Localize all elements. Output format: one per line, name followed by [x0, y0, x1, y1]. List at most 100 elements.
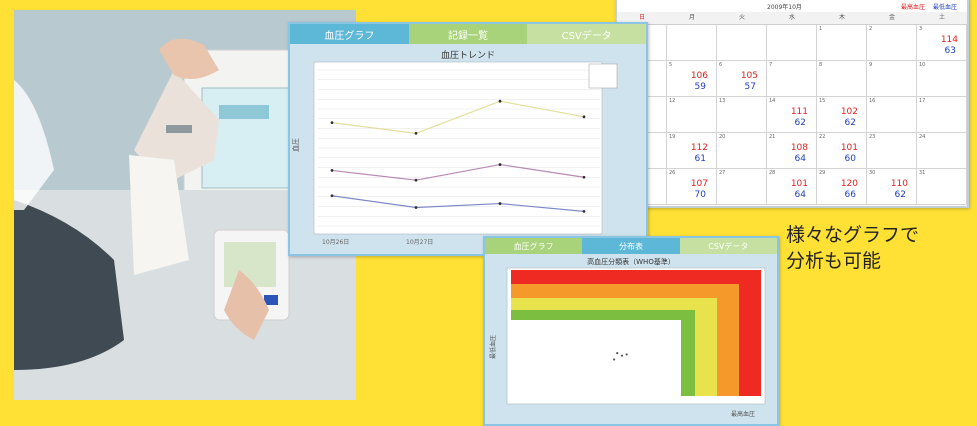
systolic-value: 111 [790, 107, 808, 117]
bp-point [625, 353, 628, 356]
diastolic-value: 61 [694, 154, 706, 164]
systolic-value: 110 [890, 179, 908, 189]
calendar-day-cell[interactable]: 20 [717, 133, 767, 169]
tab-csv-2[interactable]: CSVデータ [679, 238, 777, 254]
diastolic-value: 62 [844, 118, 856, 128]
day-number: 30 [869, 170, 876, 176]
day-number: 5 [669, 62, 673, 68]
data-point [498, 202, 502, 205]
weekday-header: 月 [688, 14, 695, 21]
calendar-day-cell[interactable]: 10 [917, 61, 967, 97]
legend-diastolic: 最低血圧 [933, 4, 958, 11]
diastolic-value: 64 [794, 190, 806, 200]
diastolic-value: 64 [794, 154, 806, 164]
calendar-panel: 2009年10月 最高血圧 最低血圧 日月火水木金土 1231146345106… [615, 0, 969, 208]
calendar-day-cell[interactable]: 17 [917, 97, 967, 133]
data-point [498, 99, 502, 103]
calendar-grid: 1231146345106596105577891011121314111621… [617, 25, 967, 205]
diastolic-value: 59 [694, 82, 706, 92]
day-number: 29 [819, 170, 826, 176]
calendar-day-cell[interactable] [767, 25, 817, 61]
day-number: 19 [669, 134, 676, 140]
calendar-day-cell[interactable] [717, 25, 767, 61]
day-number: 17 [919, 98, 926, 104]
day-number: 20 [719, 134, 726, 140]
calendar-weekday-row: 日月火水木金土 [617, 12, 967, 25]
diastolic-value: 62 [894, 190, 906, 200]
calendar-day-cell[interactable]: 15 102 62 [817, 97, 867, 133]
trend-legend-box [588, 63, 618, 89]
tab-distribution[interactable]: 分布表 [582, 238, 680, 254]
diastolic-value: 70 [694, 190, 706, 200]
day-number: 10 [919, 62, 926, 68]
day-number: 16 [869, 98, 876, 104]
data-point [330, 194, 334, 198]
diastolic-value: 66 [844, 190, 856, 200]
classification-chart: 最低血圧 最高血圧 [489, 267, 766, 418]
weekday-header: 土 [938, 14, 945, 21]
day-number: 21 [769, 134, 776, 140]
tab-csv[interactable]: CSVデータ [527, 24, 647, 44]
calendar-day-cell[interactable]: 21 108 64 [767, 133, 817, 169]
data-point [414, 178, 418, 182]
day-number: 2 [869, 26, 873, 32]
day-number: 14 [769, 98, 776, 104]
day-number: 23 [869, 134, 876, 140]
diastolic-value: 62 [794, 118, 806, 128]
calendar-week-row: 1 2 3 114 63 [617, 25, 967, 61]
tab-records[interactable]: 記録一覧 [408, 24, 528, 44]
x-tick-label: 10月26日 [322, 239, 349, 246]
classification-panel: 血圧グラフ 分布表 CSVデータ 高血圧分類表（WHO基準） 最低血圧 最高血圧 [483, 236, 779, 426]
day-number: 9 [869, 62, 873, 68]
calendar-day-cell[interactable]: 3 114 63 [917, 25, 967, 61]
calendar-day-cell[interactable] [667, 25, 717, 61]
calendar-day-cell[interactable]: 23 [867, 133, 917, 169]
tab-bp-graph[interactable]: 血圧グラフ [290, 24, 409, 44]
calendar-day-cell[interactable]: 14 111 62 [767, 97, 817, 133]
diastolic-value: 63 [944, 46, 956, 56]
calendar-day-cell[interactable]: 2 [867, 25, 917, 61]
calendar-day-cell[interactable]: 12 [667, 97, 717, 133]
calendar-day-cell[interactable]: 8 [817, 61, 867, 97]
calendar-day-cell[interactable]: 24 [917, 133, 967, 169]
day-number: 7 [769, 62, 773, 68]
calendar-day-cell[interactable]: 5 106 59 [667, 61, 717, 97]
calendar-day-cell[interactable]: 1 [817, 25, 867, 61]
tab-bp-graph-2[interactable]: 血圧グラフ [485, 238, 583, 254]
calendar-day-cell[interactable]: 28 101 64 [767, 169, 817, 205]
x-tick-label: 10月27日 [406, 239, 433, 246]
data-point [582, 209, 586, 213]
systolic-value: 106 [690, 71, 708, 81]
weekday-header: 木 [838, 14, 845, 21]
calendar-day-cell[interactable]: 16 [867, 97, 917, 133]
calendar-day-cell[interactable]: 13 [717, 97, 767, 133]
calendar-day-cell[interactable]: 9 [867, 61, 917, 97]
weekday-header: 水 [788, 14, 795, 21]
day-number: 26 [669, 170, 676, 176]
calendar-day-cell[interactable]: 7 [767, 61, 817, 97]
calendar-header: 2009年10月 最高血圧 最低血圧 [617, 0, 967, 12]
caption-line-2: 分析も可能 [786, 250, 882, 272]
day-number: 12 [669, 98, 676, 104]
bp-point [616, 352, 619, 355]
day-number: 6 [719, 62, 723, 68]
systolic-value: 114 [940, 35, 958, 45]
day-number: 31 [919, 170, 926, 176]
systolic-value: 105 [740, 71, 758, 81]
calendar-day-cell[interactable]: 26 107 70 [667, 169, 717, 205]
calendar-day-cell[interactable]: 22 101 60 [817, 133, 867, 169]
calendar-day-cell[interactable]: 31 [917, 169, 967, 205]
data-point [414, 206, 418, 209]
data-point [582, 115, 586, 119]
calendar-day-cell[interactable]: 29 120 66 [817, 169, 867, 205]
day-number: 27 [719, 170, 726, 176]
caption-line-1: 様々なグラフで [786, 224, 920, 246]
systolic-value: 101 [790, 179, 808, 189]
calendar-day-cell[interactable]: 6 105 57 [717, 61, 767, 97]
data-point [330, 121, 334, 125]
calendar-day-cell[interactable]: 30 110 62 [867, 169, 917, 205]
calendar-week-row: 2526107702728101642912066301106231 [617, 169, 967, 205]
caption: 様々なグラフで 分析も可能 [786, 222, 919, 274]
calendar-day-cell[interactable]: 27 [717, 169, 767, 205]
calendar-day-cell[interactable]: 19 112 61 [667, 133, 717, 169]
